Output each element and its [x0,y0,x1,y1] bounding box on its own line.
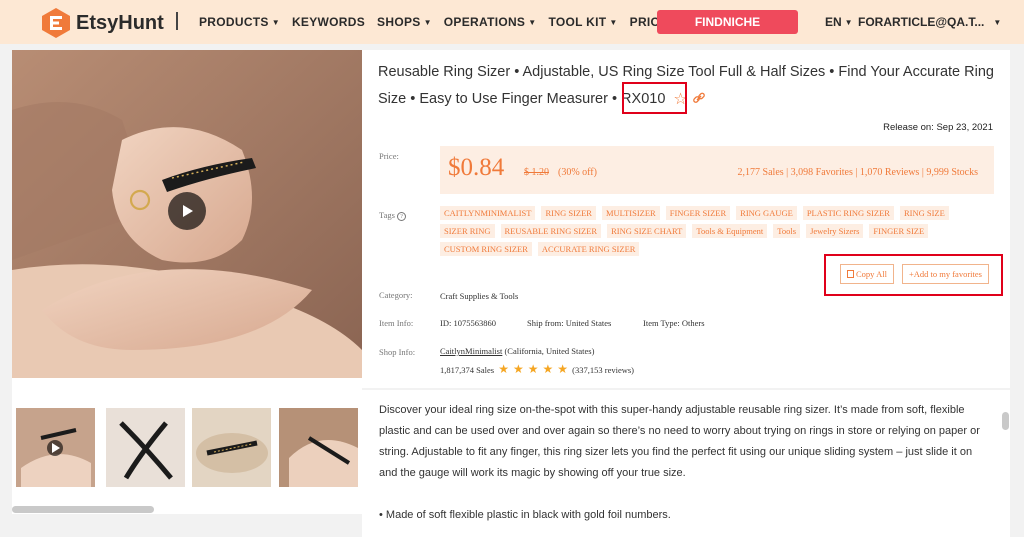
thumbnail-scrollbar[interactable] [12,506,154,513]
caret-down-icon: ▼ [528,18,537,27]
tag[interactable]: CAITLYNMINIMALIST [440,206,536,220]
description-scrollbar[interactable] [1002,412,1009,430]
play-icon [183,205,193,217]
shop-stats: 1,817,374 Sales ★ ★ ★ ★ ★ (337,153 reviews) [440,362,634,377]
tag[interactable]: RING GAUGE [736,206,797,220]
shop-info-label: Shop Info: [379,347,416,357]
tags-label: Tags ? [379,210,407,221]
price-label: Price: [379,151,399,161]
tag[interactable]: REUSABLE RING SIZER [500,224,602,238]
language-selector[interactable]: EN ▼ [825,15,853,29]
tag[interactable]: FINGER SIZER [665,206,731,220]
account-menu[interactable]: FORARTICLE@QA.T... ▼ [858,15,1001,29]
nav-item-shops[interactable]: SHOPS ▼ [377,15,432,29]
tag[interactable]: RING SIZE CHART [607,224,687,238]
tag[interactable]: Tools & Equipment [692,224,768,238]
thumbnail-1[interactable] [16,408,95,487]
category-label: Category: [379,290,413,300]
nav-item-products[interactable]: PRODUCTS ▼ [199,15,280,29]
caret-down-icon: ▼ [844,18,853,27]
shop-sales: 1,817,374 Sales [440,365,495,375]
product-media-panel [12,50,362,514]
star-icon: ★ [512,362,524,376]
product-main-image[interactable] [12,50,362,378]
shop-rating: ★ ★ ★ ★ ★ [496,362,572,376]
item-type: Item Type: Others [643,318,705,328]
item-id: ID: 1075563860 [440,318,496,328]
shop-info: CaitlynMinimalist (California, United St… [440,346,594,356]
tag-list: CAITLYNMINIMALIST RING SIZER MULTISIZER … [440,206,996,256]
price-box: $0.84 $ 1.20 (30% off) 2,177 Sales | 3,0… [440,146,994,194]
tag[interactable]: MULTISIZER [601,206,660,220]
ship-from: Ship from: United States [527,318,612,328]
current-price: $0.84 [448,154,505,181]
shop-reviews: (337,153 reviews) [572,365,635,375]
top-navigation-bar: EtsyHunt PRODUCTS ▼ KEYWORDS SHOPS ▼ OPERA… [0,0,1024,44]
tag[interactable]: Jewelry Sizers [806,224,864,238]
star-icon: ★ [498,362,509,376]
product-description: Discover your ideal ring size on-the-spo… [362,390,1010,537]
nav-item-tool-kit[interactable]: TOOL KIT ▼ [548,15,617,29]
caret-down-icon: ▼ [423,18,432,27]
thumbnail-4[interactable] [279,408,358,487]
nav-item-keywords[interactable]: KEYWORDS [292,15,365,29]
thumbnail-2[interactable] [106,408,185,487]
tag[interactable]: PLASTIC RING SIZER [802,206,894,220]
nav-divider [176,12,178,30]
product-stats: 2,177 Sales | 3,098 Favorites | 1,070 Re… [737,167,978,178]
category-value: Craft Supplies & Tools [440,291,519,301]
etsyhunt-logo-icon [42,8,70,38]
caret-down-icon: ▼ [609,18,618,27]
highlight-box-title-actions [622,82,687,114]
main-nav: PRODUCTS ▼ KEYWORDS SHOPS ▼ OPERATIONS ▼ TO… [199,15,694,29]
tag[interactable]: RING SIZER [541,206,596,220]
release-date: Release on: Sep 23, 2021 [883,122,993,133]
product-detail-panel: Reusable Ring Sizer • Adjustable, US Rin… [362,50,1010,388]
highlight-box-tag-actions [824,254,1003,296]
tag[interactable]: CUSTOM RING SIZER [440,242,532,256]
description-paragraph: Discover your ideal ring size on-the-spo… [379,404,980,479]
nav-item-operations[interactable]: OPERATIONS ▼ [444,15,537,29]
star-icon: ★ [542,362,554,376]
description-bullet: • Made of soft flexible plastic in black… [379,509,671,521]
shop-name-link[interactable]: CaitlynMinimalist [440,346,502,356]
item-info-label: Item Info: [379,318,414,328]
discount: (30% off) [558,167,597,178]
brand-logo[interactable]: EtsyHunt [40,7,164,39]
thumbnail-3[interactable] [192,408,271,487]
tag[interactable]: FINGER SIZE [869,224,929,238]
play-video-button[interactable] [168,192,206,230]
shop-location: (California, United States) [504,346,595,356]
thumbnail-strip [12,408,362,488]
link-icon[interactable] [692,91,706,105]
tag[interactable]: ACCURATE RING SIZER [537,242,640,256]
help-icon[interactable]: ? [397,212,407,221]
original-price: $ 1.20 [524,167,549,178]
findniche-button[interactable]: FINDNICHE [657,10,798,34]
tag[interactable]: RING SIZE [899,206,949,220]
star-icon: ★ [527,362,539,376]
caret-down-icon: ▼ [993,18,1002,27]
star-icon: ★ [557,362,569,376]
caret-down-icon: ▼ [271,18,280,27]
brand-name: EtsyHunt [76,11,164,34]
tag[interactable]: Tools [773,224,801,238]
tag[interactable]: SIZER RING [440,224,495,238]
product-title: Reusable Ring Sizer • Adjustable, US Rin… [378,59,1008,113]
